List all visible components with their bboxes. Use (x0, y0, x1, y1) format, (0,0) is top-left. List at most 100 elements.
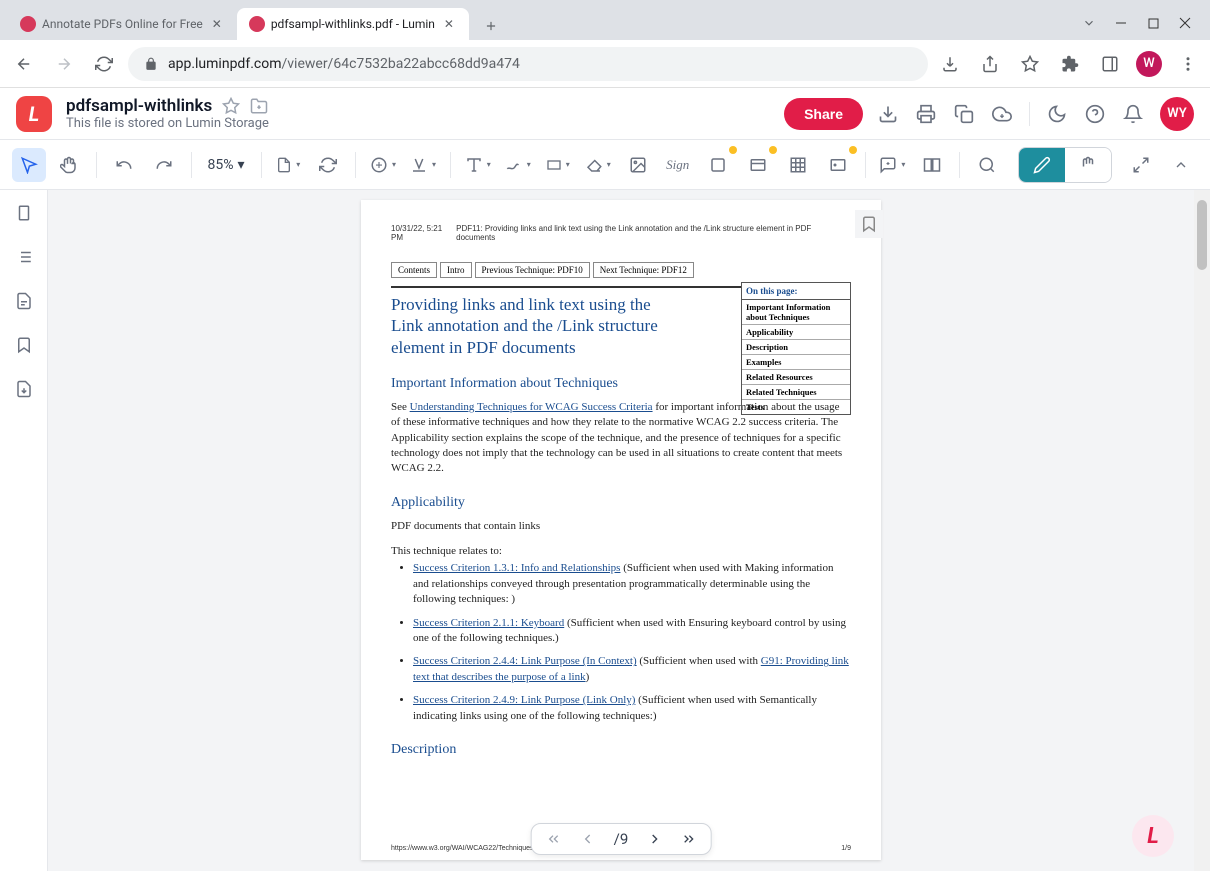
lumin-logo[interactable]: L (16, 96, 52, 132)
attachment-tool[interactable] (821, 148, 855, 182)
image-tool[interactable] (621, 148, 655, 182)
star-icon[interactable] (222, 97, 240, 115)
toc-item[interactable]: Tests (742, 400, 850, 414)
favicon-icon (249, 16, 265, 32)
first-page-button[interactable] (546, 831, 562, 847)
pdf-link[interactable]: Success Criterion 2.4.4: Link Purpose (I… (413, 655, 637, 667)
install-icon[interactable] (936, 50, 964, 78)
print-icon[interactable] (915, 103, 937, 125)
user-avatar[interactable]: WY (1160, 97, 1194, 131)
freehand-tool[interactable]: ▾ (501, 148, 535, 182)
undo-button[interactable] (107, 148, 141, 182)
toc-item[interactable]: Related Techniques (742, 385, 850, 400)
eraser-tool[interactable]: ▾ (581, 148, 615, 182)
pdf-viewport[interactable]: 10/31/22, 5:21 PM PDF11: Providing links… (48, 190, 1194, 871)
chevron-down-icon[interactable] (1082, 16, 1096, 30)
pdf-page: 10/31/22, 5:21 PM PDF11: Providing links… (361, 200, 881, 860)
pdf-link[interactable]: Success Criterion 2.1.1: Keyboard (413, 617, 564, 629)
last-page-button[interactable] (680, 831, 696, 847)
toc-item[interactable]: Examples (742, 355, 850, 370)
reload-button[interactable] (88, 48, 120, 80)
back-button[interactable] (8, 48, 40, 80)
browser-tabs: Annotate PDFs Online for Free ✕ pdfsampl… (8, 8, 1072, 40)
pan-tool[interactable] (52, 148, 86, 182)
pdf-h1: Providing links and link text using the … (391, 294, 681, 358)
thumbnails-icon[interactable] (13, 202, 35, 224)
select-tool[interactable] (12, 148, 46, 182)
toc-header: On this page: (742, 283, 850, 300)
address-bar[interactable]: app.luminpdf.com/viewer/64c7532ba22abcc6… (128, 47, 928, 81)
sign-tool[interactable]: Sign (661, 148, 695, 182)
form-tool[interactable] (741, 148, 775, 182)
text-style-tool[interactable]: ▾ (406, 148, 440, 182)
shape-tool[interactable]: ▾ (541, 148, 575, 182)
favicon-icon (20, 16, 36, 32)
folder-move-icon[interactable] (250, 97, 268, 115)
moon-icon[interactable] (1046, 103, 1068, 125)
extensions-icon[interactable] (1056, 50, 1084, 78)
redo-button[interactable] (147, 148, 181, 182)
toc-item[interactable]: Important Information about Techniques (742, 300, 850, 325)
toc-item[interactable]: Applicability (742, 325, 850, 340)
comment-tool[interactable]: ▾ (875, 148, 909, 182)
annotations-icon[interactable] (13, 290, 35, 312)
pdf-nav-next[interactable]: Next Technique: PDF12 (593, 262, 694, 278)
vertical-scrollbar[interactable] (1194, 190, 1210, 871)
share-button[interactable]: Share (784, 98, 863, 130)
bell-icon[interactable] (1122, 103, 1144, 125)
toc-item[interactable]: Related Resources (742, 370, 850, 385)
collapse-button[interactable] (1164, 148, 1198, 182)
download-icon[interactable] (877, 103, 899, 125)
bookmark-star-icon[interactable] (1016, 50, 1044, 78)
bookmarks-icon[interactable] (13, 334, 35, 356)
toc-item[interactable]: Description (742, 340, 850, 355)
fullscreen-button[interactable] (1124, 148, 1158, 182)
document-title: pdfsampl-withlinks (66, 96, 212, 116)
draw-tool[interactable]: ▾ (366, 148, 400, 182)
forward-button[interactable] (48, 48, 80, 80)
pdf-nav-intro[interactable]: Intro (440, 262, 472, 278)
pdf-link[interactable]: Understanding Techniques for WCAG Succes… (410, 401, 653, 413)
edit-mode-button[interactable] (1019, 148, 1065, 182)
rotate-tool[interactable] (311, 148, 345, 182)
stamp-tool[interactable] (701, 148, 735, 182)
zoom-level[interactable]: 85%▾ (201, 157, 250, 173)
help-icon[interactable] (1084, 103, 1106, 125)
help-bubble-button[interactable]: L (1132, 815, 1174, 857)
bookmark-page-icon[interactable] (855, 210, 883, 238)
outline-icon[interactable] (13, 246, 35, 268)
pdf-link[interactable]: Success Criterion 1.3.1: Info and Relati… (413, 562, 620, 574)
close-icon[interactable]: ✕ (441, 16, 457, 32)
table-tool[interactable] (781, 148, 815, 182)
prev-page-button[interactable] (580, 831, 596, 847)
attachments-icon[interactable] (13, 378, 35, 400)
search-tool[interactable] (970, 148, 1004, 182)
compare-tool[interactable] (915, 148, 949, 182)
window-close-icon[interactable] (1178, 16, 1192, 30)
new-tab-button[interactable] (477, 12, 505, 40)
profile-avatar[interactable]: W (1136, 51, 1162, 77)
text-box-tool[interactable]: ▾ (461, 148, 495, 182)
close-icon[interactable]: ✕ (209, 16, 225, 32)
window-controls (1072, 16, 1202, 40)
pdf-toc: On this page: Important Information abou… (741, 282, 851, 415)
copy-icon[interactable] (953, 103, 975, 125)
menu-dots-icon[interactable] (1174, 50, 1202, 78)
sidepanel-icon[interactable] (1096, 50, 1124, 78)
page-meta-date: 10/31/22, 5:21 PM (391, 224, 456, 242)
tab-title: Annotate PDFs Online for Free (42, 17, 203, 31)
pdf-link[interactable]: Success Criterion 2.4.9: Link Purpose (L… (413, 694, 635, 706)
scroll-thumb[interactable] (1197, 200, 1207, 270)
view-mode-button[interactable] (1065, 148, 1111, 182)
pdf-nav-contents[interactable]: Contents (391, 262, 437, 278)
pdf-nav-prev[interactable]: Previous Technique: PDF10 (475, 262, 590, 278)
cloud-sync-icon[interactable] (991, 103, 1013, 125)
page-tool[interactable]: ▾ (271, 148, 305, 182)
next-page-button[interactable] (646, 831, 662, 847)
maximize-icon[interactable] (1146, 16, 1160, 30)
list-item: Success Criterion 2.4.9: Link Purpose (L… (413, 693, 851, 724)
share-icon[interactable] (976, 50, 1004, 78)
minimize-icon[interactable] (1114, 16, 1128, 30)
tab-inactive[interactable]: Annotate PDFs Online for Free ✕ (8, 8, 237, 40)
tab-active[interactable]: pdfsampl-withlinks.pdf - Lumin ✕ (237, 8, 469, 40)
